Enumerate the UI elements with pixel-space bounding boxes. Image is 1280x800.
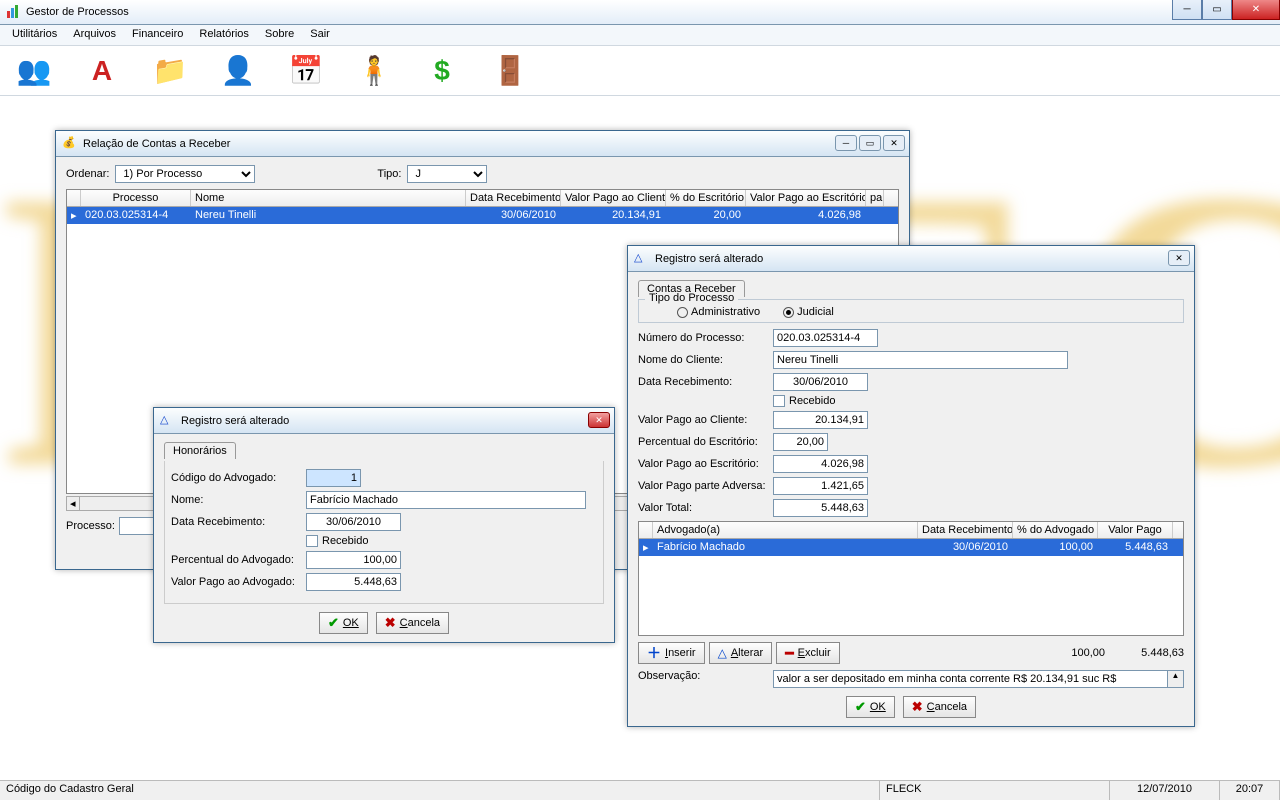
check-icon: ✔: [855, 699, 866, 715]
window-honorarios: △ Registro será alterado ✕ Honorários Có…: [153, 407, 615, 643]
pct-input[interactable]: [306, 551, 401, 569]
toolbar-users-icon[interactable]: 👥: [15, 52, 53, 90]
w3-cancel-button[interactable]: ✖Cancela: [903, 696, 976, 718]
w2-ok-button[interactable]: ✔OK: [319, 612, 368, 634]
num-input[interactable]: [773, 329, 878, 347]
warning-icon: △: [634, 251, 650, 267]
w1-close[interactable]: ✕: [883, 135, 905, 151]
w3-grid-header: Advogado(a) Data Recebimento % do Advoga…: [639, 522, 1183, 539]
processo-label: Processo:: [66, 520, 115, 532]
nomecli-input[interactable]: [773, 351, 1068, 369]
w2-title: Registro será alterado: [181, 415, 289, 427]
data-input[interactable]: [306, 513, 401, 531]
w3-row[interactable]: ▸ Fabrício Machado 30/06/2010 100,00 5.4…: [639, 539, 1183, 556]
tipo-select[interactable]: J: [407, 165, 487, 183]
obs-up[interactable]: ▲: [1168, 671, 1183, 680]
app-icon: [5, 4, 21, 20]
statusbar: Código do Cadastro Geral FLECK 12/07/201…: [0, 780, 1280, 800]
menu-financeiro[interactable]: Financeiro: [124, 25, 191, 45]
w2-cancel-button[interactable]: ✖Cancela: [376, 612, 449, 634]
w1-grid-header: Processo Nome Data Recebimento Valor Pag…: [67, 190, 898, 207]
recebido-check[interactable]: [306, 535, 318, 547]
x-icon: ✖: [912, 699, 923, 715]
w1-max[interactable]: ▭: [859, 135, 881, 151]
radio-judicial[interactable]: [783, 307, 794, 318]
radio-admin[interactable]: [677, 307, 688, 318]
menu-relatorios[interactable]: Relatórios: [191, 25, 257, 45]
vpe-input[interactable]: [773, 455, 868, 473]
vpa-input[interactable]: [306, 573, 401, 591]
menu-utilitarios[interactable]: Utilitários: [4, 25, 65, 45]
tipo-label: Tipo:: [377, 168, 401, 180]
money-icon: 💰: [62, 136, 78, 152]
menubar: Utilitários Arquivos Financeiro Relatóri…: [0, 25, 1280, 46]
vt-input[interactable]: [773, 499, 868, 517]
w2-close[interactable]: ✕: [588, 412, 610, 428]
obs-input[interactable]: [773, 670, 1168, 688]
pesc-input[interactable]: [773, 433, 828, 451]
plus-icon: ＋: [647, 643, 661, 663]
codigo-input[interactable]: [306, 469, 361, 487]
toolbar-money-icon[interactable]: $: [423, 52, 461, 90]
recebido3-check[interactable]: [773, 395, 785, 407]
toolbar-person-icon[interactable]: 🧍: [355, 52, 393, 90]
app-title: Gestor de Processos: [26, 6, 129, 18]
toolbar-a-icon[interactable]: A: [83, 52, 121, 90]
inserir-button[interactable]: ＋Inserir: [638, 642, 705, 664]
w1-min[interactable]: ─: [835, 135, 857, 151]
close-button[interactable]: ✕: [1232, 0, 1280, 20]
toolbar-calendar-icon[interactable]: 📅: [287, 52, 325, 90]
ordenar-label: Ordenar:: [66, 168, 109, 180]
ordenar-select[interactable]: 1) Por Processo: [115, 165, 255, 183]
minimize-button[interactable]: ─: [1172, 0, 1202, 20]
window-registro: △ Registro será alterado ✕ Contas a Rece…: [627, 245, 1195, 727]
check-icon: ✔: [328, 615, 339, 631]
w3-ok-button[interactable]: ✔OK: [846, 696, 895, 718]
w2-tab[interactable]: Honorários: [164, 442, 236, 459]
nome-input[interactable]: [306, 491, 586, 509]
triangle-icon: △: [718, 646, 727, 660]
w3-close[interactable]: ✕: [1168, 250, 1190, 266]
vpc-input[interactable]: [773, 411, 868, 429]
warning-icon: △: [160, 413, 176, 429]
menu-arquivos[interactable]: Arquivos: [65, 25, 124, 45]
x-icon: ✖: [385, 615, 396, 631]
data3-input[interactable]: [773, 373, 868, 391]
main-titlebar: Gestor de Processos ─ ▭ ✕: [0, 0, 1280, 25]
w3-title: Registro será alterado: [655, 253, 763, 265]
toolbar-exit-icon[interactable]: 🚪: [491, 52, 529, 90]
w1-title: Relação de Contas a Receber: [83, 138, 230, 150]
toolbar-folder-icon[interactable]: 📁: [151, 52, 189, 90]
toolbar-contact-icon[interactable]: 👤: [219, 52, 257, 90]
vppa-input[interactable]: [773, 477, 868, 495]
toolbar: 👥 A 📁 👤 📅 🧍 $ 🚪: [0, 46, 1280, 96]
maximize-button[interactable]: ▭: [1202, 0, 1232, 20]
minus-icon: ━: [785, 645, 793, 662]
excluir-button[interactable]: ━Excluir: [776, 642, 839, 664]
w1-row[interactable]: ▸ 020.03.025314-4 Nereu Tinelli 30/06/20…: [67, 207, 898, 224]
menu-sair[interactable]: Sair: [302, 25, 338, 45]
alterar-button[interactable]: △Alterar: [709, 642, 773, 664]
menu-sobre[interactable]: Sobre: [257, 25, 302, 45]
